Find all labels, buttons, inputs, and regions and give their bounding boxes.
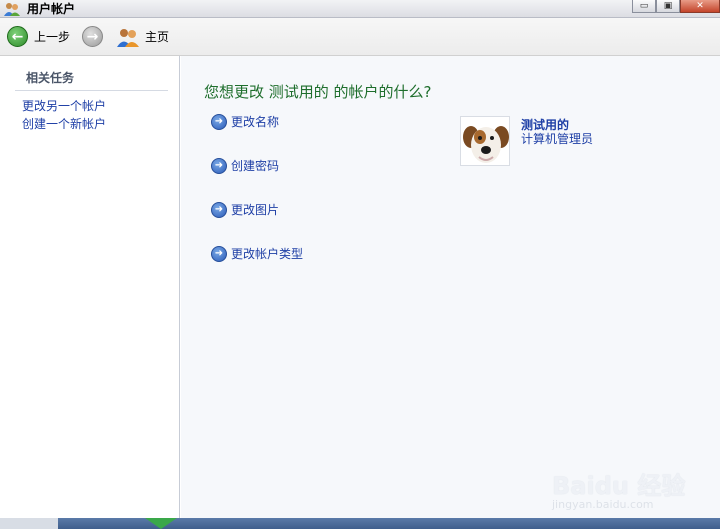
home-button-label[interactable]: 主页 [145,28,169,45]
back-arrow-icon[interactable]: ← [7,26,28,47]
close-button[interactable]: ✕ [680,0,720,13]
account-type: 计算机管理员 [521,132,594,146]
change-another-account-link[interactable]: 更改另一个帐户 [22,97,106,114]
back-button-label[interactable]: 上一步 [34,28,70,45]
task-change-account-type[interactable]: ➜ 更改帐户类型 [211,245,303,262]
toolbar: ← 上一步 → 主页 [0,18,720,56]
task-change-picture[interactable]: ➜ 更改图片 [211,201,279,218]
related-tasks-heading: 相关任务 [26,71,75,85]
forward-arrow-icon[interactable]: → [82,26,104,47]
title-bar: 用户帐户 ▭ ▣ ✕ [0,0,720,18]
taskbar-strip [0,518,720,529]
user-accounts-icon [3,1,21,17]
main-pane: 您想更改 测试用的 的帐户的什么? ➜ 更改名称 ➜ 创建密码 ➜ 更改图片 ➜… [181,56,720,518]
minimize-button[interactable]: ▭ [632,0,656,13]
home-users-icon[interactable] [117,27,140,47]
task-change-name[interactable]: ➜ 更改名称 [211,113,279,130]
account-picture [460,116,510,166]
arrow-right-icon: ➜ [211,245,227,262]
arrow-right-icon: ➜ [211,201,227,218]
divider [15,90,168,91]
arrow-right-icon: ➜ [211,157,227,174]
green-marker-icon [145,518,177,529]
maximize-button[interactable]: ▣ [656,0,680,13]
window-controls: ▭ ▣ ✕ [632,0,720,13]
arrow-right-icon: ➜ [211,113,227,130]
page-question: 您想更改 测试用的 的帐户的什么? [204,83,432,101]
task-label[interactable]: 更改图片 [231,201,279,218]
dog-avatar-icon [461,117,509,165]
task-label[interactable]: 更改名称 [231,113,279,130]
create-new-account-link[interactable]: 创建一个新帐户 [22,115,106,132]
task-label[interactable]: 更改帐户类型 [231,245,303,262]
task-label[interactable]: 创建密码 [231,157,279,174]
taskbar-left [0,518,58,529]
window-title: 用户帐户 [27,2,76,16]
task-create-password[interactable]: ➜ 创建密码 [211,157,279,174]
related-tasks-pane: 相关任务 更改另一个帐户 创建一个新帐户 [0,56,180,518]
